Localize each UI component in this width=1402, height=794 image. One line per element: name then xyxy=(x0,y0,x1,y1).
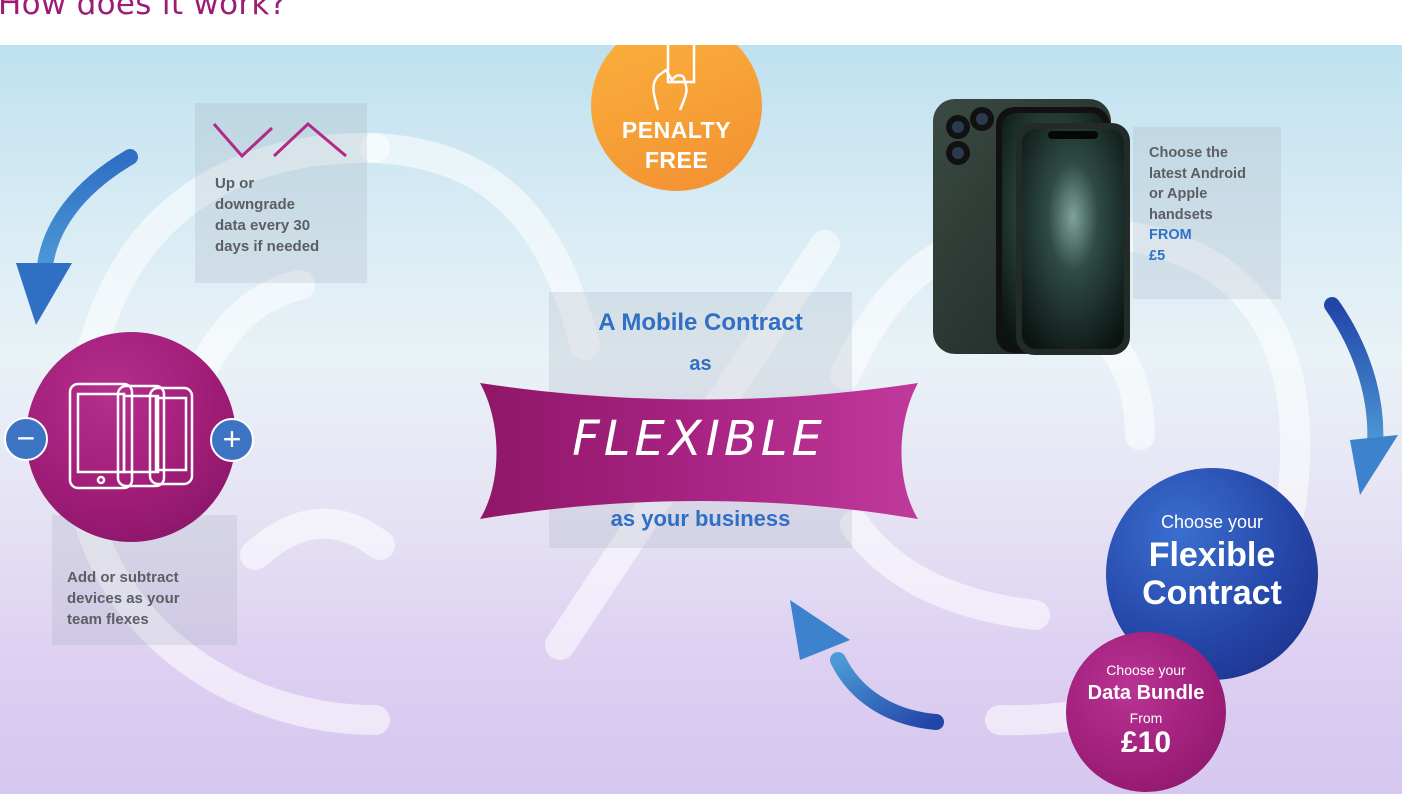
data-updown-text: Up or downgrade data every 30 days if ne… xyxy=(215,173,319,257)
data-bundle-badge: Choose your Data Bundle From £10 xyxy=(1066,632,1226,792)
handsets-price: £5 xyxy=(1149,247,1166,264)
handsets-line-3: or Apple xyxy=(1149,186,1208,202)
bundle-from-label: From xyxy=(1129,710,1163,726)
handsets-from-label: FROM xyxy=(1149,227,1192,243)
center-subline: as your business xyxy=(610,506,791,531)
subtract-device-button[interactable]: − xyxy=(4,417,48,461)
stacked-tablets-icon xyxy=(68,382,194,490)
flexible-banner-text: FLEXIBLE xyxy=(572,411,826,467)
hand-holding-card-icon xyxy=(652,45,696,111)
handsets-line-1: Choose the xyxy=(1149,145,1228,161)
bundle-small-text: Choose your xyxy=(1106,662,1186,678)
handsets-line-2: latest Android xyxy=(1149,165,1246,182)
up-arrow-bottom-icon xyxy=(790,600,944,730)
page-heading: How does it work? xyxy=(0,0,287,22)
zigzag-updown-icon xyxy=(212,122,347,159)
devices-line-3: team flexes xyxy=(67,611,149,628)
center-headline: A Mobile Contract xyxy=(598,309,803,336)
contract-big-line-2: Contract xyxy=(1142,574,1282,612)
penalty-free-badge: PENALTY FREE xyxy=(591,45,762,191)
add-device-button[interactable]: + xyxy=(210,418,254,462)
bundle-price: £10 xyxy=(1120,726,1172,759)
contract-small-text: Choose your xyxy=(1160,512,1264,532)
down-arrow-right-icon xyxy=(1324,297,1398,495)
handsets-text: Choose the latest Android or Apple hands… xyxy=(1149,143,1246,266)
down-arrow-left-icon xyxy=(16,149,138,325)
bundle-title: Data Bundle xyxy=(1087,682,1205,704)
center-as: as xyxy=(689,353,712,375)
penalty-line-1: PENALTY xyxy=(621,117,732,143)
data-updown-line-4: days if needed xyxy=(215,238,320,255)
devices-line-2: devices as your xyxy=(67,590,180,607)
devices-badge xyxy=(26,332,236,542)
data-updown-line-1: Up or xyxy=(215,175,255,192)
contract-big-line-1: Flexible xyxy=(1148,536,1276,574)
data-updown-line-3: data every 30 xyxy=(215,217,311,234)
smartphones-image xyxy=(933,99,1130,355)
handsets-line-4: handsets xyxy=(1149,206,1213,223)
data-updown-line-2: downgrade xyxy=(215,196,296,213)
devices-text: Add or subtract devices as your team fle… xyxy=(67,567,180,630)
devices-line-1: Add or subtract xyxy=(67,569,179,586)
infographic-stage: Up or downgrade data every 30 days if ne… xyxy=(0,45,1402,794)
penalty-line-2: FREE xyxy=(644,147,709,173)
